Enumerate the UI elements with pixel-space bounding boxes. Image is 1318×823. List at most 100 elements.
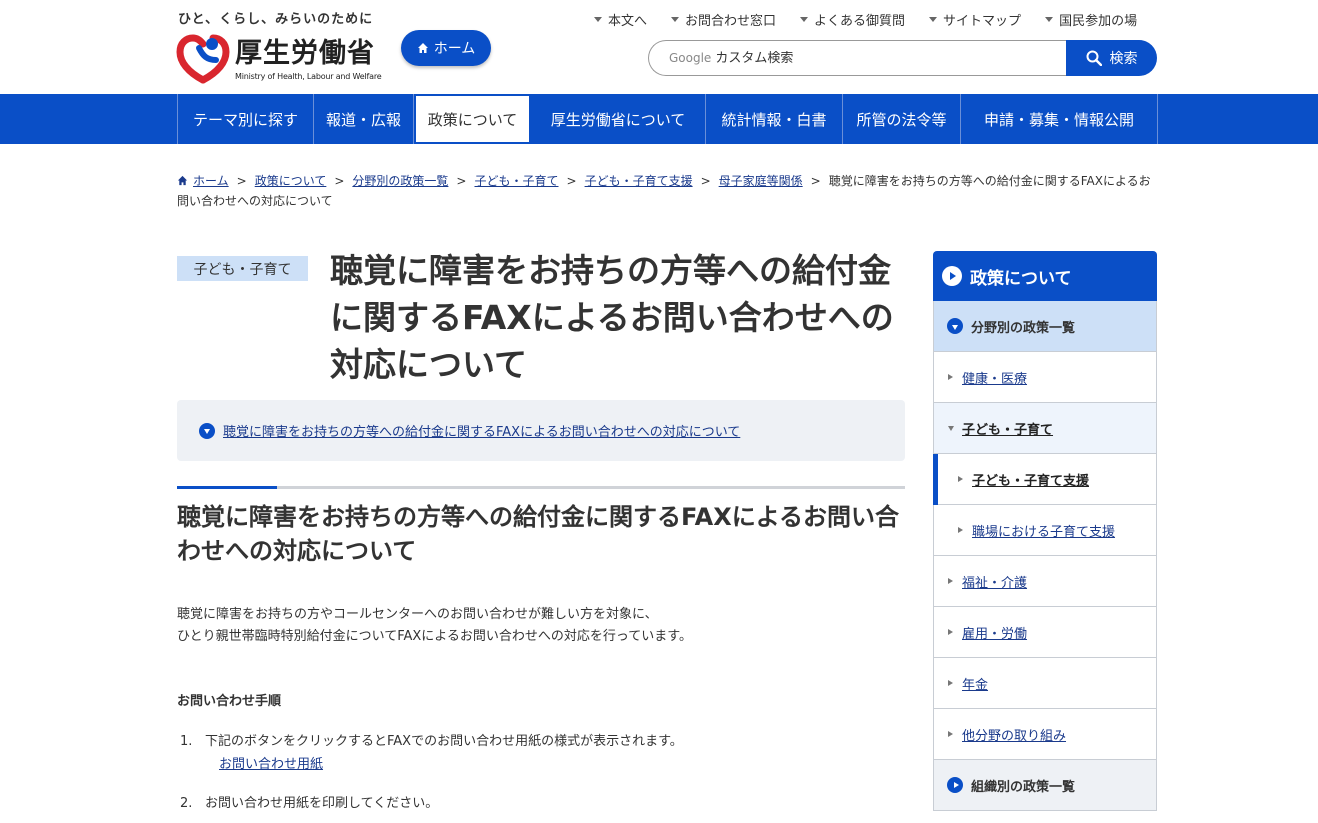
breadcrumb-separator: > <box>700 174 711 188</box>
section-heading: 聴覚に障害をお持ちの方等への給付金に関するFAXによるお問い合わせへの対応につい… <box>177 503 899 565</box>
breadcrumb-link-home[interactable]: ホーム <box>193 174 229 188</box>
circle-chevron-right-icon <box>947 777 963 793</box>
sidebar-heading[interactable]: 政策について <box>933 251 1157 301</box>
breadcrumb-separator: > <box>334 174 345 188</box>
table-of-contents: 聴覚に障害をお持ちの方等への給付金に関するFAXによるお問い合わせへの対応につい… <box>177 400 905 461</box>
sidebar-section-by-field[interactable]: 分野別の政策一覧 <box>933 301 1157 352</box>
caret-down-icon <box>671 17 680 22</box>
search-box: Google <box>648 40 1066 76</box>
caret-right-icon <box>958 476 963 482</box>
breadcrumb-link-policy-by-field[interactable]: 分野別の政策一覧 <box>352 174 448 188</box>
sidebar-item-other-fields[interactable]: 他分野の取り組み <box>933 709 1157 760</box>
util-link-contact[interactable]: お問合わせ窓口 <box>671 10 776 29</box>
breadcrumb: ホーム > 政策について > 分野別の政策一覧 > 子ども・子育て > 子ども・子育て支援 > 母子… <box>177 171 1157 211</box>
caret-right-icon <box>958 527 963 533</box>
sidebar-item-label[interactable]: 子ども・子育て <box>962 419 1053 438</box>
sidebar-item-label[interactable]: 他分野の取り組み <box>962 725 1066 744</box>
sidebar-item-child-support[interactable]: 子ども・子育て支援 <box>933 454 1157 505</box>
gnav-item-applications[interactable]: 申請・募集・情報公開 <box>961 94 1158 144</box>
sidebar-section-label: 組織別の政策一覧 <box>971 779 1076 795</box>
gnav-item-policy[interactable]: 政策について <box>414 94 531 144</box>
sidebar-item-health[interactable]: 健康・医療 <box>933 352 1157 403</box>
category-badge: 子ども・子育て <box>177 256 308 281</box>
caret-down-icon <box>800 17 809 22</box>
logo-name[interactable]: 厚生労働省 <box>235 31 375 70</box>
breadcrumb-separator: > <box>810 174 821 188</box>
caret-down-icon <box>594 17 602 22</box>
util-link-label: 本文へ <box>608 14 648 29</box>
sidebar-section-by-organization[interactable]: 組織別の政策一覧 <box>933 760 1157 811</box>
breadcrumb-link-children[interactable]: 子ども・子育て <box>474 174 558 188</box>
toc-link[interactable]: 聴覚に障害をお持ちの方等への給付金に関するFAXによるお問い合わせへの対応につい… <box>223 421 740 440</box>
breadcrumb-separator: > <box>236 174 247 188</box>
gnav-item-statistics[interactable]: 統計情報・白書 <box>706 94 843 144</box>
util-link-label: 国民参加の場 <box>1059 14 1138 29</box>
util-link-participation[interactable]: 国民参加の場 <box>1045 10 1137 29</box>
breadcrumb-separator: > <box>456 174 467 188</box>
site-tagline: ひと、くらし、みらいのために <box>178 12 374 27</box>
util-link-sitemap[interactable]: サイトマップ <box>929 10 1021 29</box>
sidebar-item-children[interactable]: 子ども・子育て <box>933 403 1157 454</box>
page-title: 聴覚に障害をお持ちの方等への給付金に関するFAXによるお問い合わせへの対応につい… <box>330 251 894 384</box>
breadcrumb-link-child-support[interactable]: 子ども・子育て支援 <box>585 174 693 188</box>
caret-right-icon <box>948 374 953 380</box>
gnav-item-laws[interactable]: 所管の法令等 <box>843 94 961 144</box>
inquiry-form-link[interactable]: お問い合わせ用紙 <box>219 753 323 772</box>
intro-line: ひとり親世帯臨時特別給付金についてFAXによるお問い合わせへの対応を行っています… <box>177 629 692 644</box>
procedure-heading: お問い合わせ手順 <box>177 694 282 709</box>
step-text: お問い合わせ用紙を印刷してください。 <box>205 796 439 811</box>
util-link-skip-to-content[interactable]: 本文へ <box>594 10 647 29</box>
caret-down-icon <box>929 17 938 22</box>
caret-right-icon <box>948 731 953 737</box>
sidebar-item-label[interactable]: 福祉・介護 <box>962 572 1027 591</box>
step-text: 下記のボタンをクリックするとFAXでのお問い合わせ用紙の様式が表示されます。 <box>205 734 683 749</box>
util-link-faq[interactable]: よくある御質問 <box>800 10 905 29</box>
sidebar-item-employment[interactable]: 雇用・労働 <box>933 607 1157 658</box>
sidebar-item-welfare[interactable]: 福祉・介護 <box>933 556 1157 607</box>
global-nav: テーマ別に探す 報道・広報 政策について 厚生労働省について 統計情報・白書 所… <box>0 94 1318 144</box>
caret-right-icon <box>948 578 953 584</box>
gnav-item-about[interactable]: 厚生労働省について <box>531 94 706 144</box>
sidebar: 政策について 分野別の政策一覧 健康・医療 子ども・子育て 子ども・子育て支援 … <box>933 251 1157 811</box>
breadcrumb-link-policy[interactable]: 政策について <box>255 174 327 188</box>
home-icon <box>417 43 428 53</box>
sidebar-item-label[interactable]: 子ども・子育て支援 <box>972 470 1089 489</box>
search-icon <box>1086 50 1102 66</box>
breadcrumb-separator: > <box>566 174 577 188</box>
search-input[interactable] <box>715 50 1016 66</box>
gnav-item-themes[interactable]: テーマ別に探す <box>178 94 314 144</box>
sidebar-item-label[interactable]: 職場における子育て支援 <box>972 521 1115 540</box>
sidebar-item-label[interactable]: 雇用・労働 <box>962 623 1027 642</box>
sidebar-section-label: 分野別の政策一覧 <box>971 320 1076 336</box>
home-button[interactable]: ホーム <box>401 30 491 66</box>
search-button[interactable]: 検索 <box>1066 40 1157 76</box>
sidebar-item-pension[interactable]: 年金 <box>933 658 1157 709</box>
home-icon <box>177 175 188 186</box>
utility-links: 本文へ お問合わせ窓口 よくある御質問 サイトマップ 国民参加の場 <box>594 10 1137 29</box>
circle-chevron-down-icon <box>199 422 215 439</box>
circle-chevron-down-icon <box>947 318 963 334</box>
gnav-item-press[interactable]: 報道・広報 <box>314 94 414 144</box>
sidebar-item-label[interactable]: 年金 <box>962 674 988 693</box>
search-engine-label: Google <box>669 51 712 65</box>
sidebar-item-label[interactable]: 健康・医療 <box>962 368 1027 387</box>
caret-right-icon <box>948 680 953 686</box>
ministry-logo-icon[interactable] <box>176 30 230 84</box>
sidebar-item-workplace-childcare[interactable]: 職場における子育て支援 <box>933 505 1157 556</box>
step-number: 2. <box>180 796 193 811</box>
util-link-label: よくある御質問 <box>814 14 906 29</box>
util-link-label: サイトマップ <box>943 14 1022 29</box>
step-number: 1. <box>180 734 193 749</box>
sidebar-heading-label: 政策について <box>970 268 1072 289</box>
step-item: 1. 下記のボタンをクリックするとFAXでのお問い合わせ用紙の様式が表示されます。 <box>180 732 683 752</box>
caret-right-icon <box>948 629 953 635</box>
intro-text: 聴覚に障害をお持ちの方やコールセンターへのお問い合わせが難しい方を対象に、 ひと… <box>177 604 905 648</box>
caret-down-icon <box>1045 17 1054 22</box>
home-button-label: ホーム <box>433 41 476 57</box>
section-divider <box>177 486 905 489</box>
breadcrumb-link-single-mother[interactable]: 母子家庭等関係 <box>719 174 803 188</box>
circle-chevron-right-icon <box>942 266 962 286</box>
logo-english-name: Ministry of Health, Labour and Welfare <box>235 72 382 81</box>
intro-line: 聴覚に障害をお持ちの方やコールセンターへのお問い合わせが難しい方を対象に、 <box>177 607 658 622</box>
step-item: 2. お問い合わせ用紙を印刷してください。 <box>180 794 438 814</box>
